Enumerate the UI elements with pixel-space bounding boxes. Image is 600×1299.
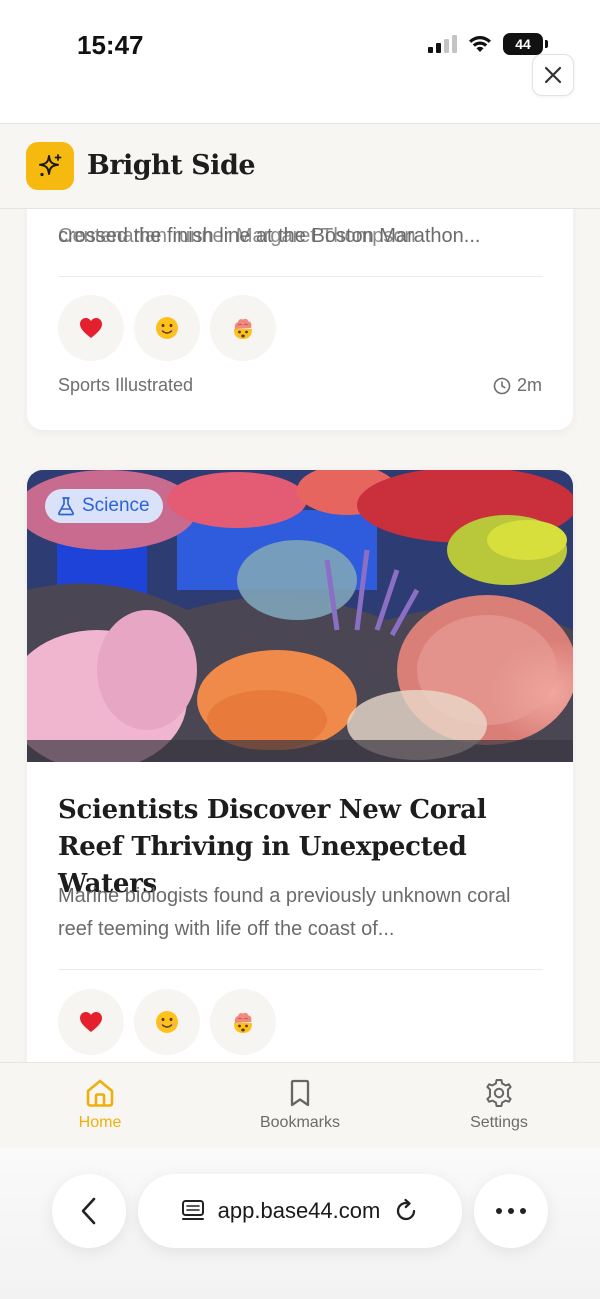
nav-label-home: Home (78, 1114, 122, 1131)
category-badge-science[interactable]: Science (45, 489, 163, 523)
heart-icon (80, 318, 102, 338)
reader-mode-icon (181, 1200, 204, 1220)
reaction-heart-button[interactable] (58, 989, 124, 1055)
bottom-nav: Home Bookmarks Settings (0, 1062, 600, 1148)
browser-url: app.base44.com (217, 1198, 381, 1223)
wifi-icon (469, 36, 491, 52)
reload-icon[interactable] (392, 1197, 420, 1225)
status-icons: 44 (428, 33, 548, 55)
divider (58, 276, 543, 277)
status-bar: 15:47 44 (0, 0, 600, 124)
sparkle-icon (39, 154, 62, 177)
flask-icon (58, 497, 74, 516)
story-image-coral-reef[interactable]: Science (27, 470, 573, 762)
battery-icon: 44 (503, 33, 548, 55)
story-time-label: 2m (516, 375, 542, 395)
heart-icon (80, 1012, 102, 1032)
status-time: 15:47 (77, 30, 144, 60)
reaction-smile-button[interactable] (134, 295, 200, 361)
home-icon (86, 1079, 114, 1107)
category-label: Science (82, 495, 150, 516)
story-time: 2m (493, 375, 542, 396)
browser-more-button[interactable] (474, 1174, 548, 1248)
reaction-bar (58, 989, 276, 1055)
bookmark-icon (290, 1079, 310, 1107)
mind-blown-icon (234, 318, 252, 339)
app-logo[interactable] (26, 142, 74, 190)
story-excerpt: crossed the finish line at the Boston Ma… (58, 225, 481, 247)
nav-label-bookmarks: Bookmarks (259, 1114, 341, 1131)
browser-toolbar: app.base44.com (0, 1148, 600, 1299)
app-header: Bright Side (0, 124, 600, 209)
nav-label-settings: Settings (470, 1114, 528, 1131)
story-excerpt: Marine biologists found a previously unk… (58, 885, 511, 940)
divider (58, 969, 543, 970)
reaction-heart-button[interactable] (58, 295, 124, 361)
chevron-left-icon (81, 1197, 96, 1225)
reaction-mindblown-button[interactable] (210, 989, 276, 1055)
nav-item-bookmarks[interactable]: Bookmarks (250, 1077, 350, 1132)
story-card[interactable]: Science Scientists Discover New Coral Re… (27, 470, 573, 1062)
nav-item-settings[interactable]: Settings (449, 1077, 549, 1132)
nav-item-home[interactable]: Home (70, 1077, 130, 1132)
smile-icon (156, 317, 178, 339)
more-icon (496, 1208, 526, 1214)
reaction-mindblown-button[interactable] (210, 295, 276, 361)
browser-url-bar[interactable]: app.base44.com (138, 1174, 462, 1248)
gear-icon (486, 1079, 512, 1107)
close-icon (544, 66, 562, 84)
clock-icon (493, 377, 511, 394)
smile-icon (156, 1011, 178, 1033)
story-source: Sports Illustrated (58, 375, 194, 395)
mind-blown-icon (234, 1012, 252, 1033)
app-title: Bright Side (87, 150, 256, 181)
reaction-bar (58, 295, 276, 361)
feed[interactable]: Centenarian runner Margaret Thompson cro… (0, 209, 600, 1062)
story-card[interactable]: Centenarian runner Margaret Thompson cro… (27, 209, 573, 430)
browser-back-button[interactable] (52, 1174, 126, 1248)
cellular-signal-icon (428, 35, 457, 53)
close-button[interactable] (532, 54, 574, 96)
reaction-smile-button[interactable] (134, 989, 200, 1055)
